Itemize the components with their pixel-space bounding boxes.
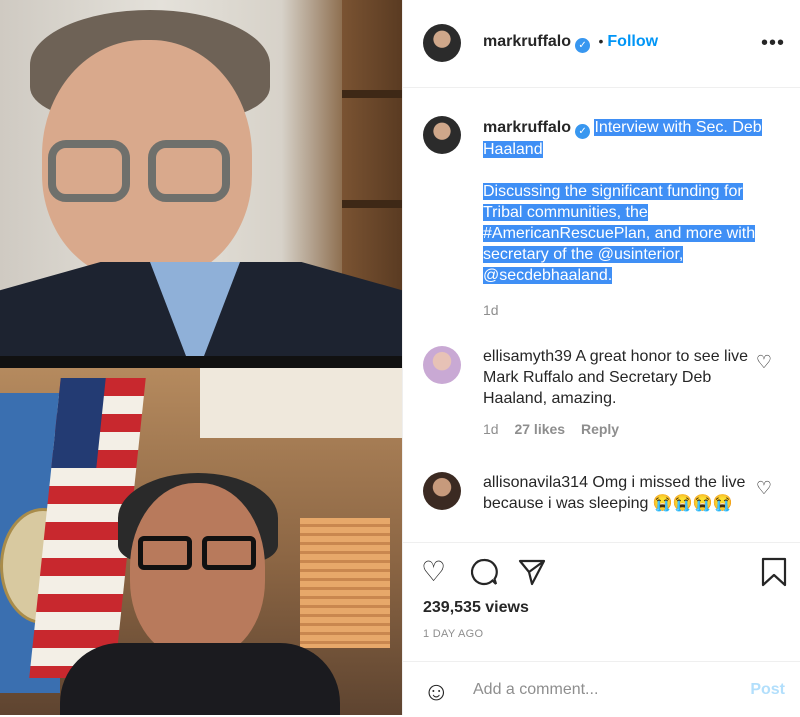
post-actions: ♡ 239,535 views 1 DAY AGO ☺ Post — [403, 542, 800, 716]
comment-username[interactable]: allisonavila314 — [483, 474, 588, 491]
live-video-player[interactable] — [0, 0, 402, 715]
office-window-blinds — [300, 518, 390, 648]
separator-dot: • — [598, 33, 604, 49]
comment-time[interactable]: 1d — [483, 421, 499, 437]
verified-badge-icon: ✓ — [575, 124, 591, 139]
post-header: markruffalo ✓ • Follow ••• — [403, 0, 800, 88]
post-comment-button[interactable]: Post — [750, 681, 785, 699]
comment-username[interactable]: ellisamyth39 — [483, 348, 572, 365]
author-username[interactable]: markruffalo — [483, 33, 571, 50]
comment-likes[interactable]: 27 likes — [514, 421, 565, 437]
caption-author-avatar[interactable] — [423, 116, 461, 154]
heart-icon[interactable]: ♡ — [421, 557, 446, 587]
view-count[interactable]: 239,535 views — [423, 599, 529, 617]
bookmark-icon[interactable] — [761, 557, 787, 593]
comment-avatar[interactable] — [423, 346, 461, 384]
author-avatar[interactable] — [423, 24, 461, 62]
guest-jacket — [60, 643, 340, 715]
comment-icon[interactable] — [469, 557, 499, 593]
post-panel: markruffalo ✓ • Follow ••• markruffalo ✓ In… — [402, 0, 800, 716]
paper-plane-icon[interactable] — [517, 557, 547, 593]
video-frame-guest — [0, 368, 402, 715]
verified-badge-icon: ✓ — [575, 38, 591, 53]
comment-reply-button[interactable]: Reply — [581, 421, 619, 437]
video-frame-host — [0, 0, 402, 356]
more-options-icon[interactable]: ••• — [761, 32, 785, 55]
caption-author-username[interactable]: markruffalo — [483, 119, 571, 136]
host-glasses — [48, 140, 233, 210]
post-date[interactable]: 1 DAY AGO — [423, 628, 483, 640]
comment-meta: 1d 27 likes Reply — [483, 419, 753, 440]
follow-button[interactable]: Follow — [607, 33, 658, 50]
comment-composer: ☺ Post — [403, 661, 800, 717]
comment-like-heart-icon[interactable]: ♡ — [756, 478, 772, 499]
comment-item: ellisamyth39 A great honor to see live M… — [483, 346, 753, 440]
post-caption: markruffalo ✓ Interview with Sec. Deb Haa… — [483, 117, 783, 321]
office-ceiling — [200, 368, 402, 438]
video-divider — [0, 356, 402, 368]
comment-avatar[interactable] — [423, 472, 461, 510]
caption-timestamp[interactable]: 1d — [483, 300, 783, 321]
add-comment-input[interactable] — [471, 680, 735, 700]
comment-item: allisonavila314 Omg i missed the live be… — [483, 472, 753, 514]
smiley-icon[interactable]: ☺ — [423, 676, 450, 707]
comment-like-heart-icon[interactable]: ♡ — [756, 352, 772, 373]
author-line: markruffalo ✓ • Follow — [483, 33, 658, 53]
caption-body: Discussing the significant funding for T… — [483, 183, 756, 284]
guest-glasses — [138, 536, 258, 576]
